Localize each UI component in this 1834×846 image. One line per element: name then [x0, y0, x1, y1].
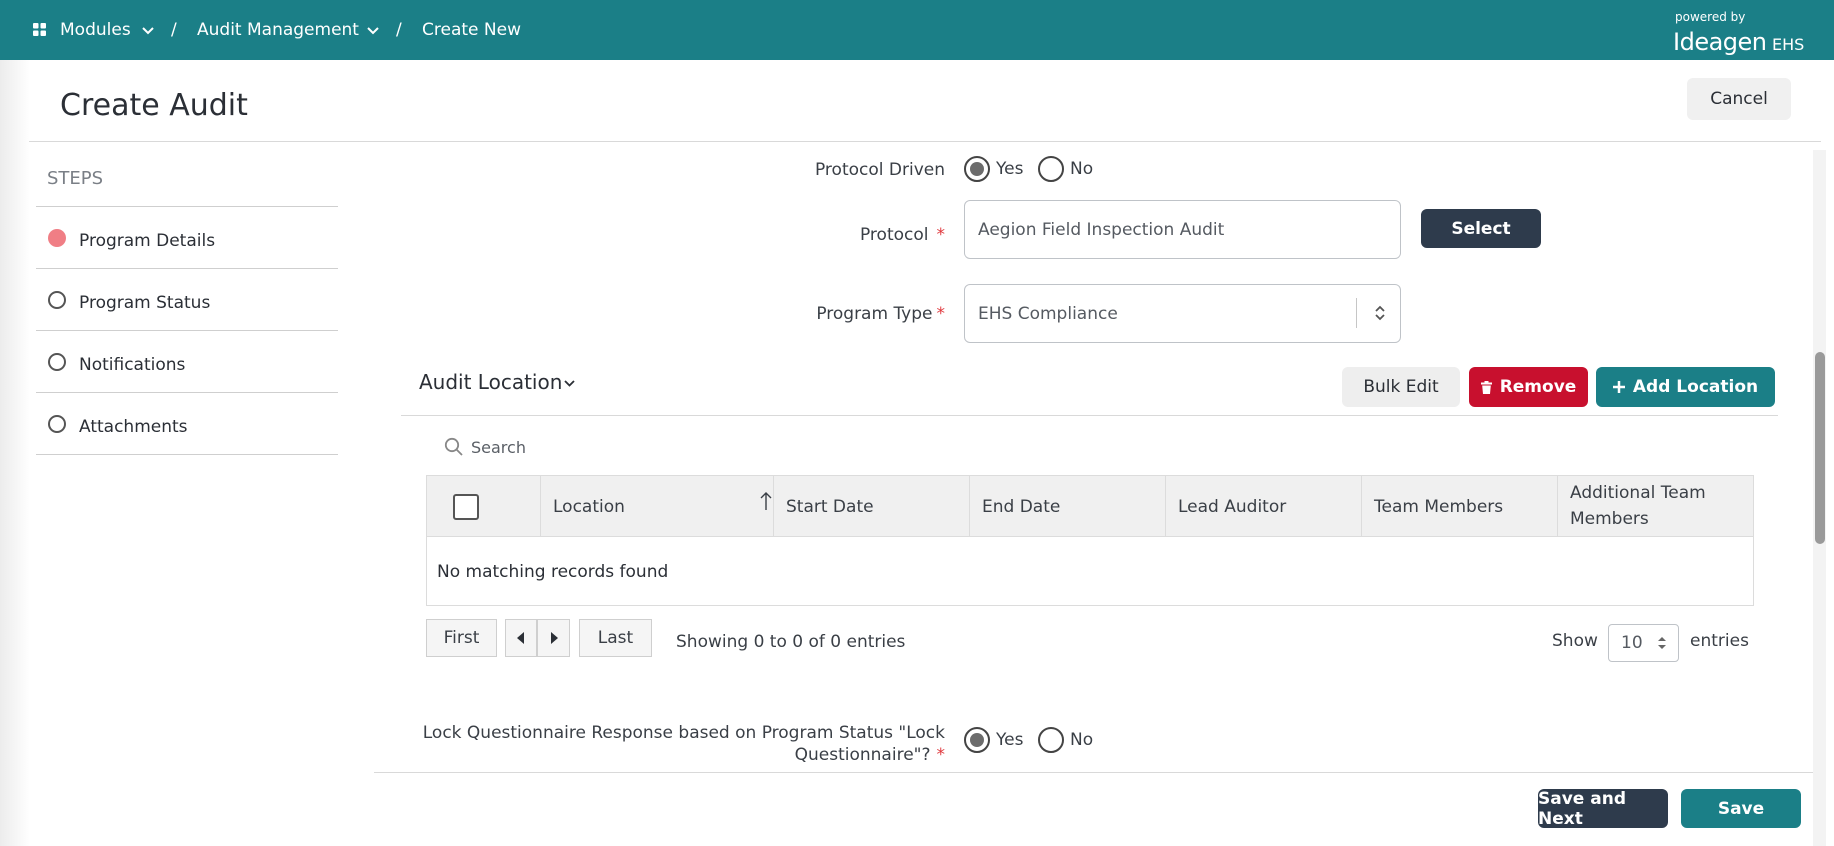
next-page-button[interactable]	[537, 619, 570, 657]
breadcrumb-modules[interactable]: Modules	[60, 20, 131, 40]
divider	[401, 415, 1778, 416]
step-attachments[interactable]: Attachments	[36, 392, 338, 454]
chevron-down-icon[interactable]	[367, 27, 379, 35]
left-shadow	[0, 60, 30, 846]
step-indicator	[48, 415, 66, 433]
step-program-status[interactable]: Program Status	[36, 268, 338, 330]
radio-label-yes: Yes	[996, 730, 1024, 750]
chevron-down-icon[interactable]	[142, 27, 154, 35]
audit-location-table: Location Start Date End Date Lead Audito…	[426, 475, 1754, 606]
column-header-lead-auditor[interactable]: Lead Auditor	[1166, 476, 1362, 537]
scrollbar-thumb[interactable]	[1815, 352, 1825, 544]
column-header-end-date[interactable]: End Date	[970, 476, 1166, 537]
remove-label: Remove	[1499, 377, 1577, 397]
step-active-indicator	[48, 229, 66, 247]
lock-questionnaire-yes-radio[interactable]	[964, 727, 990, 753]
pagination-info: Showing 0 to 0 of 0 entries	[676, 632, 906, 652]
program-type-select[interactable]: EHS Compliance	[964, 284, 1401, 343]
chevron-down-icon[interactable]	[564, 380, 575, 387]
protocol-driven-label: Protocol Driven	[814, 160, 945, 180]
page-size-value: 10	[1621, 633, 1643, 653]
protocol-driven-no-radio[interactable]	[1038, 156, 1064, 182]
protocol-label-text: Protocol	[859, 225, 929, 245]
protocol-select-button[interactable]: Select	[1421, 209, 1541, 248]
step-notifications[interactable]: Notifications	[36, 330, 338, 392]
brand-logo: Ideagen	[1673, 28, 1767, 56]
remove-button[interactable]: Remove	[1469, 367, 1588, 407]
breadcrumb-separator: /	[171, 20, 177, 40]
sort-updown-icon	[1374, 304, 1386, 322]
plus-icon	[1612, 381, 1625, 393]
table-header: Location Start Date End Date Lead Audito…	[427, 476, 1753, 537]
radio-label-no: No	[1070, 159, 1094, 179]
column-header-start-date[interactable]: Start Date	[774, 476, 970, 537]
step-program-details[interactable]: Program Details	[36, 206, 338, 268]
required-mark: *	[936, 304, 946, 324]
step-label: Notifications	[79, 355, 186, 375]
page-size-select[interactable]: 10	[1608, 624, 1679, 662]
prev-page-button[interactable]	[505, 619, 537, 657]
program-type-label: Program Type *	[816, 304, 945, 324]
lock-questionnaire-line2: Questionnaire"?	[794, 745, 931, 765]
column-label-line2: Members	[1570, 509, 1649, 529]
protocol-driven-yes-radio[interactable]	[964, 156, 990, 182]
empty-table-message: No matching records found	[437, 562, 669, 582]
required-mark: *	[936, 225, 946, 245]
column-header-location[interactable]: Location	[541, 476, 774, 537]
step-indicator	[48, 353, 66, 371]
show-label: Show	[1552, 631, 1598, 651]
breadcrumb-separator: /	[396, 20, 402, 40]
protocol-label: Protocol *	[860, 225, 945, 245]
radio-label-yes: Yes	[996, 159, 1024, 179]
select-all-cell	[427, 476, 541, 537]
lock-questionnaire-no-radio[interactable]	[1038, 727, 1064, 753]
column-header-team-members[interactable]: Team Members	[1362, 476, 1558, 537]
column-label-line1: Additional Team	[1570, 483, 1706, 503]
sort-arrow-up-icon[interactable]	[759, 490, 773, 512]
entries-label: entries	[1690, 631, 1749, 651]
lock-questionnaire-line1: Lock Questionnaire Response based on Pro…	[422, 723, 945, 743]
divider	[29, 141, 1821, 142]
select-separator	[1356, 298, 1357, 328]
program-type-label-text: Program Type	[816, 304, 933, 324]
column-label: Location	[553, 496, 625, 517]
step-label: Attachments	[79, 417, 188, 437]
page-title: Create Audit	[60, 88, 248, 123]
save-button[interactable]: Save	[1681, 789, 1801, 828]
select-all-checkbox[interactable]	[453, 494, 479, 520]
last-page-button[interactable]: Last	[579, 619, 652, 657]
caret-left-icon	[517, 632, 525, 644]
breadcrumb-audit-management[interactable]: Audit Management	[197, 20, 359, 40]
search-input[interactable]: Search	[471, 438, 526, 457]
add-location-button[interactable]: Add Location	[1596, 367, 1775, 407]
protocol-input[interactable]: Aegion Field Inspection Audit	[964, 200, 1401, 259]
modules-grid-icon[interactable]	[33, 23, 46, 36]
step-label: Program Status	[79, 293, 211, 313]
steps-heading: STEPS	[47, 168, 104, 189]
first-page-button[interactable]: First	[426, 619, 497, 657]
powered-by-text: powered by	[1675, 10, 1746, 24]
top-nav-bar: Modules / Audit Management / Create New …	[0, 0, 1834, 60]
sort-updown-icon	[1658, 636, 1666, 650]
audit-location-title[interactable]: Audit Location	[419, 370, 562, 394]
add-location-label: Add Location	[1632, 377, 1759, 397]
radio-label-no: No	[1070, 730, 1094, 750]
lock-questionnaire-line2-wrap: Questionnaire"? *	[423, 744, 945, 766]
required-mark: *	[936, 745, 946, 765]
divider	[374, 772, 1821, 773]
caret-right-icon	[550, 632, 558, 644]
lock-questionnaire-label: Lock Questionnaire Response based on Pro…	[423, 722, 945, 766]
cancel-button[interactable]: Cancel	[1687, 78, 1791, 120]
column-header-additional-team-members[interactable]: Additional Team Members	[1558, 476, 1753, 537]
divider	[36, 454, 338, 455]
search-icon	[444, 437, 464, 457]
trash-icon	[1480, 380, 1492, 394]
step-indicator	[48, 291, 66, 309]
bulk-edit-button[interactable]: Bulk Edit	[1342, 367, 1460, 407]
step-label: Program Details	[79, 231, 216, 251]
save-and-next-button[interactable]: Save and Next	[1538, 789, 1668, 829]
brand-ehs: EHS	[1772, 35, 1805, 54]
breadcrumb-create-new: Create New	[422, 20, 521, 40]
